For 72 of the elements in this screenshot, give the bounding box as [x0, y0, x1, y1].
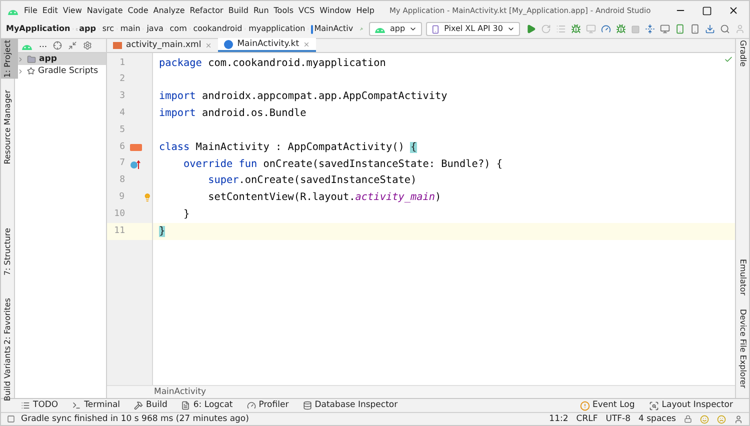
file-encoding[interactable]: UTF-8 — [606, 412, 631, 425]
code-line: import android.os.Bundle — [159, 107, 306, 122]
code-line: override fun onCreate(savedInstanceState: Bundle?) { — [182, 158, 502, 172]
breadcrumb-item[interactable]: com — [168, 23, 188, 35]
code-line: package com.cookandroid.myapplication — [159, 56, 386, 71]
line-number: 4 — [118, 107, 125, 120]
menu-item[interactable]: Analyze — [153, 4, 185, 16]
menu-item[interactable]: Run — [253, 4, 269, 16]
code-line: import androidx.appcompat.app.AppCompatActivity — [159, 90, 448, 104]
tree-label: app — [39, 52, 57, 66]
line-number: 10 — [113, 208, 125, 221]
menu-item[interactable]: View — [62, 4, 82, 16]
breadcrumb-item[interactable]: MyApplication — [5, 23, 72, 35]
tool-window-tab[interactable]: Resource Manager — [1, 88, 18, 165]
line-number: 9 — [118, 191, 125, 204]
tool-window-tab[interactable]: Event Log — [580, 399, 635, 412]
menu-item[interactable]: Help — [356, 4, 374, 16]
tool-window-tab[interactable]: Build — [134, 399, 168, 412]
tool-window-tab[interactable]: 6: Logcat — [181, 399, 233, 412]
code-line: } — [182, 208, 190, 222]
tool-window-tab[interactable]: Device File Explorer — [732, 308, 749, 390]
run-config-dropdown[interactable]: app — [369, 22, 422, 36]
indent-setting[interactable]: 4 spaces — [638, 412, 676, 425]
status-message: Gradle sync finished in 10 s 968 ms (27 minutes ago) — [21, 412, 249, 425]
device-dropdown[interactable]: Pixel XL API 30 — [426, 22, 520, 36]
breadcrumb-item[interactable]: MainActiv — [313, 23, 354, 35]
code-breadcrumb[interactable]: MainActivity — [154, 386, 206, 398]
code-line: class MainActivity : AppCompatActivity() { — [159, 140, 417, 155]
menu-item[interactable]: Build — [228, 4, 248, 16]
menu-item[interactable]: Edit — [42, 4, 58, 16]
view-selector[interactable]: ... — [39, 39, 48, 52]
menu-item[interactable]: Window — [320, 4, 352, 16]
tool-window-tab[interactable]: Terminal — [72, 399, 120, 412]
caret-position[interactable]: 11:2 — [549, 412, 568, 425]
line-number: 7 — [118, 157, 125, 170]
line-number: 8 — [118, 174, 125, 188]
code-line: setContentView(R.layout.activity_main) — [207, 191, 442, 206]
tool-window-tab[interactable]: Profiler — [246, 399, 289, 412]
menu-item[interactable]: Navigate — [86, 4, 123, 16]
line-number: 5 — [118, 124, 125, 137]
line-number: 6 — [118, 140, 125, 154]
breadcrumb-item[interactable]: main — [119, 23, 142, 35]
tool-window-tab[interactable]: 2: Favorites — [1, 296, 18, 346]
menu-item[interactable]: Refactor — [190, 4, 224, 16]
menu-item[interactable]: Code — [128, 4, 148, 16]
breadcrumb-item[interactable]: myapplication — [248, 23, 306, 35]
breadcrumb-item[interactable]: app — [78, 23, 98, 35]
breadcrumb-item[interactable]: src — [101, 23, 116, 35]
menu-item[interactable]: Tools — [274, 4, 294, 16]
tool-window-tab[interactable]: 1: Project — [1, 39, 18, 79]
line-number: 2 — [118, 73, 125, 86]
tool-window-tab[interactable]: TODO — [21, 399, 58, 412]
tool-window-tab[interactable]: Layout Inspector — [648, 399, 733, 412]
tool-window-tab[interactable]: Gradle — [732, 39, 749, 68]
breadcrumb-item[interactable]: cookandroid — [192, 23, 244, 35]
editor-tab[interactable]: MainActivity.kt — [218, 38, 316, 52]
menu-item[interactable]: File — [24, 4, 38, 16]
editor-tab[interactable]: activity_main.xml — [107, 38, 218, 52]
menu-item[interactable]: VCS — [298, 4, 315, 16]
tree-label: Gradle Scripts — [38, 64, 98, 78]
line-number: 1 — [118, 56, 125, 70]
tree-item[interactable]: app — [15, 53, 106, 65]
tool-window-tab[interactable]: Database Inspector — [302, 399, 398, 412]
line-number: 3 — [118, 90, 125, 104]
code-line: super.onCreate(savedInstanceState) — [207, 174, 417, 188]
tool-window-tab[interactable]: 7: Structure — [1, 227, 18, 277]
line-separator[interactable]: CRLF — [576, 412, 598, 425]
tool-window-tab[interactable]: Emulator — [732, 258, 749, 296]
tool-window-tab[interactable]: Build Variants — [1, 345, 18, 402]
line-number: 11 — [113, 224, 125, 238]
breadcrumb-item[interactable]: java — [146, 23, 164, 35]
tree-item[interactable]: Gradle Scripts — [15, 65, 106, 77]
